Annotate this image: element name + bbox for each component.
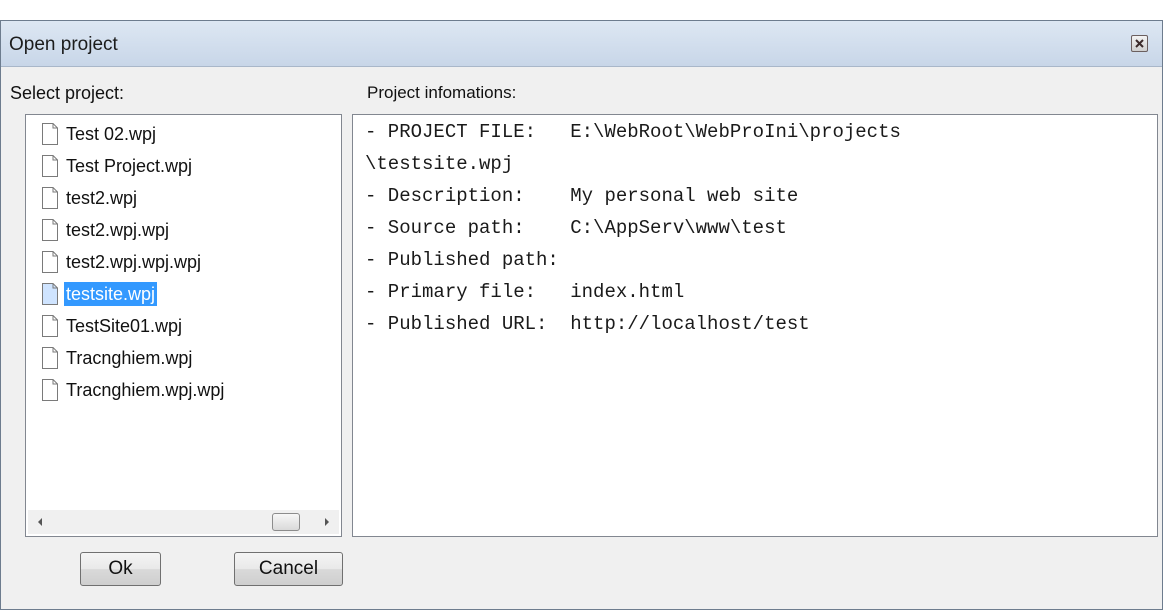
info-line: - Published path: [365,249,559,271]
document-icon [42,122,58,145]
document-icon [42,186,58,209]
list-item[interactable]: Tracnghiem.wpj.wpj [40,377,226,402]
project-info-panel: - PROJECT FILE: E:\WebRoot\WebProIni\pro… [352,114,1158,537]
list-item-label: Test Project.wpj [66,155,193,176]
document-icon [42,250,58,273]
list-item-label: Tracnghiem.wpj [66,347,193,368]
list-item[interactable]: Test 02.wpj [40,121,158,146]
info-line: - Primary file: index.html [365,281,685,303]
cancel-button[interactable]: Cancel [234,552,343,586]
ok-button[interactable]: Ok [80,552,161,586]
horizontal-scrollbar[interactable] [28,510,339,534]
list-item-label: test2.wpj.wpj [66,219,170,240]
dialog-title: Open project [9,34,118,55]
list-item[interactable]: testsite.wpj [40,281,158,306]
document-icon [42,346,58,369]
info-line: \testsite.wpj [365,153,514,175]
open-project-dialog: Open project Select project: Project inf… [0,20,1163,610]
document-icon [42,314,58,337]
list-item-label: test2.wpj.wpj.wpj [66,251,202,272]
list-item-label: testsite.wpj [64,281,158,306]
list-item[interactable]: TestSite01.wpj [40,313,184,338]
document-icon [42,154,58,177]
info-line: - Description: My personal web site [365,185,799,207]
title-bar[interactable]: Open project [1,21,1162,67]
list-item[interactable]: Test Project.wpj [40,153,194,178]
project-info-label: Project infomations: [367,83,517,102]
list-item[interactable]: test2.wpj [40,185,139,210]
document-icon [42,378,58,401]
chevron-left-icon[interactable] [30,510,50,534]
list-item-label: Tracnghiem.wpj.wpj [66,379,225,400]
close-button[interactable] [1131,35,1148,52]
list-item[interactable]: Tracnghiem.wpj [40,345,194,370]
document-icon [42,282,58,305]
info-line: - Source path: C:\AppServ\www\test [365,217,787,239]
info-line: - PROJECT FILE: E:\WebRoot\WebProIni\pro… [365,121,901,143]
chevron-right-icon[interactable] [317,510,337,534]
list-item[interactable]: test2.wpj.wpj [40,217,171,242]
document-icon [42,218,58,241]
info-line: - Published URL: http://localhost/test [365,313,810,335]
list-item-label: Test 02.wpj [66,123,157,144]
scrollbar-thumb[interactable] [272,513,300,531]
close-icon [1135,39,1144,48]
project-list[interactable]: Test 02.wpj Test Project.wpj test2.wpj test… [25,114,342,537]
select-project-label: Select project: [10,83,125,103]
list-item-label: TestSite01.wpj [66,315,183,336]
list-item-label: test2.wpj [66,187,138,208]
list-item[interactable]: test2.wpj.wpj.wpj [40,249,203,274]
